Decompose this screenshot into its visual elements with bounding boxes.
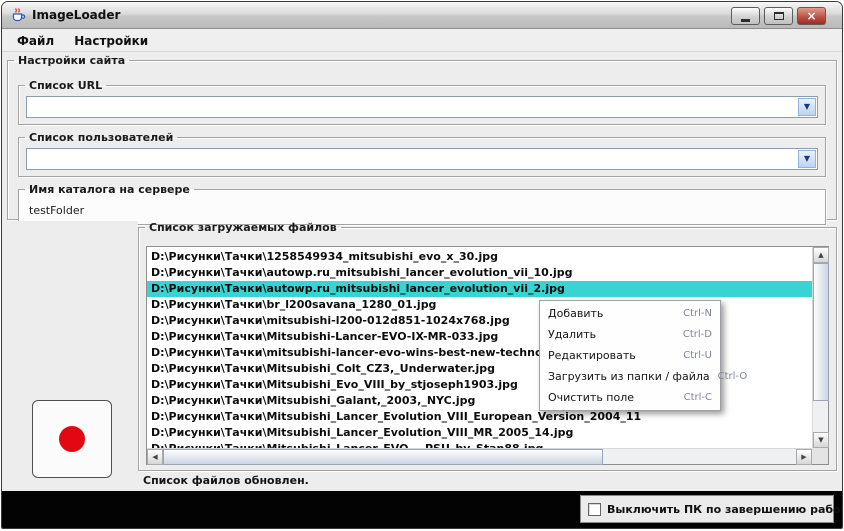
left-panel [2,221,138,491]
context-menu-label: Добавить [548,307,604,320]
site-settings-title: Настройки сайта [18,54,126,67]
close-button[interactable]: × [797,7,826,25]
server-folder-field[interactable]: testFolder [29,204,84,217]
title-bar[interactable]: ImageLoader × [2,2,842,29]
url-combobox-dropdown-button[interactable]: ▼ [798,98,816,116]
user-list-label: Список пользователей [29,131,174,144]
site-settings-group: Настройки сайта Список URL ▼ Список поль… [7,54,837,225]
user-list-group: Список пользователей ▼ [18,131,826,177]
status-text: Список файлов обновлен. [143,474,309,487]
context-menu-shortcut: Ctrl-O [717,371,748,382]
scroll-right-button[interactable]: ▶ [796,449,812,465]
server-folder-group: Имя каталога на сервере testFolder [18,183,826,225]
url-combobox[interactable]: ▼ [26,96,818,118]
context-menu-shortcut: Ctrl-C [683,392,712,403]
context-menu-shortcut: Ctrl-D [682,329,712,340]
record-button[interactable] [32,400,112,478]
maximize-button[interactable] [764,7,793,25]
maximize-icon [773,12,784,20]
scroll-up-button[interactable]: ▲ [813,247,829,263]
chevron-down-icon: ▼ [803,154,811,163]
context-menu-shortcut: Ctrl-N [683,308,712,319]
arrow-down-icon: ▼ [818,435,824,444]
context-menu-shortcut: Ctrl-U [683,350,712,361]
close-icon: × [806,9,817,23]
context-menu-item-edit[interactable]: Редактировать Ctrl-U [540,345,720,366]
user-combobox[interactable]: ▼ [26,148,818,170]
context-menu-item-delete[interactable]: Удалить Ctrl-D [540,324,720,345]
url-list-label: Список URL [29,79,103,92]
horizontal-scroll-thumb[interactable] [163,449,603,465]
list-item[interactable]: D:\Рисунки\Тачки\Mitsubishi_Lancer_Evolu… [147,425,812,441]
context-menu-label: Загрузить из папки / файла [548,370,710,383]
context-menu-item-clear[interactable]: Очистить поле Ctrl-C [540,387,720,408]
server-folder-label: Имя каталога на сервере [29,183,190,196]
bottom-strip: Выключить ПК по завершению работы [2,491,842,528]
shutdown-checkbox-label: Выключить ПК по завершению работы [607,502,843,516]
minimize-button[interactable] [731,7,760,25]
window-controls: × [731,7,826,25]
menu-file[interactable]: Файл [8,32,63,50]
context-menu-label: Удалить [548,328,597,341]
context-menu-item-add[interactable]: Добавить Ctrl-N [540,303,720,324]
arrow-up-icon: ▲ [818,250,824,259]
menu-bar: Файл Настройки [2,30,842,52]
list-item[interactable]: D:\Рисунки\Тачки\1258549934_mitsubishi_e… [147,249,812,265]
url-list-group: Список URL ▼ [18,79,826,125]
context-menu: Добавить Ctrl-N Удалить Ctrl-D Редактиро… [539,300,747,411]
vertical-scroll-thumb[interactable] [813,263,829,401]
horizontal-scrollbar[interactable]: ◀ ▶ [147,448,812,465]
chevron-down-icon: ▼ [803,102,811,111]
user-combobox-dropdown-button[interactable]: ▼ [798,150,816,168]
list-item-selected[interactable]: D:\Рисунки\Тачки\autowp.ru_mitsubishi_la… [147,281,812,297]
record-icon [59,426,85,452]
scroll-down-button[interactable]: ▼ [813,432,829,448]
minimize-icon [741,18,750,22]
scrollbar-corner [812,448,828,464]
files-group-title: Список загружаемых файлов [149,221,337,234]
java-icon [10,7,26,23]
files-group: Список загружаемых файлов D:\Рисунки\Тач… [138,221,837,471]
vertical-scrollbar[interactable]: ▲ ▼ [812,247,829,448]
context-menu-label: Очистить поле [548,391,635,404]
list-item[interactable]: D:\Рисунки\Тачки\autowp.ru_mitsubishi_la… [147,265,812,281]
shutdown-panel: Выключить ПК по завершению работы [580,495,842,523]
app-window: ImageLoader × Файл Настройки Настройки с… [1,1,843,529]
menu-settings[interactable]: Настройки [65,32,157,50]
context-menu-item-load-from-folder[interactable]: Загрузить из папки / файла Ctrl-O [540,366,747,387]
file-list-scrollpane: D:\Рисунки\Тачки\1258549934_mitsubishi_e… [146,246,829,465]
context-menu-label: Редактировать [548,349,636,362]
arrow-right-icon: ▶ [801,452,807,461]
shutdown-checkbox[interactable] [588,502,601,516]
window-title: ImageLoader [32,8,121,22]
status-bar: Список файлов обновлен. [143,474,593,489]
arrow-left-icon: ◀ [152,452,158,461]
list-item[interactable]: D:\Рисунки\Тачки\Mitsubishi_Lancer_EVO__… [147,441,812,448]
scroll-left-button[interactable]: ◀ [147,449,163,465]
list-item[interactable]: D:\Рисунки\Тачки\Mitsubishi_Lancer_Evolu… [147,409,812,425]
